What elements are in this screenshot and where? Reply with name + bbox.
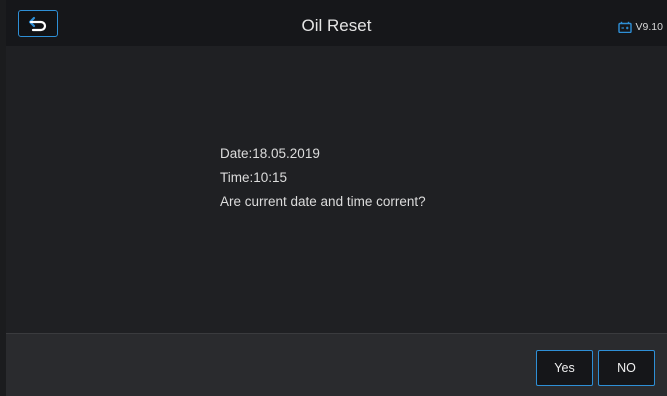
confirmation-question: Are current date and time corrent? [220,194,426,209]
version-label: V9.10 [635,21,663,33]
date-line: Date:18.05.2019 [220,146,320,161]
header-bar: Oil Reset V9.10 [6,0,667,46]
yes-button[interactable]: Yes [536,350,593,386]
page-title: Oil Reset [301,16,372,35]
footer-bar: Yes NO [6,333,667,396]
version-indicator: V9.10 [617,21,663,33]
battery-icon [617,21,632,33]
message-area: Date:18.05.2019 Time:10:15 Are current d… [6,46,667,333]
confirmation-message: Date:18.05.2019 Time:10:15 Are current d… [220,142,426,214]
no-button[interactable]: NO [598,350,655,386]
app-window: Oil Reset V9.10 Date:18.05.2019 Time:10:… [6,0,667,396]
time-line: Time:10:15 [220,170,288,185]
